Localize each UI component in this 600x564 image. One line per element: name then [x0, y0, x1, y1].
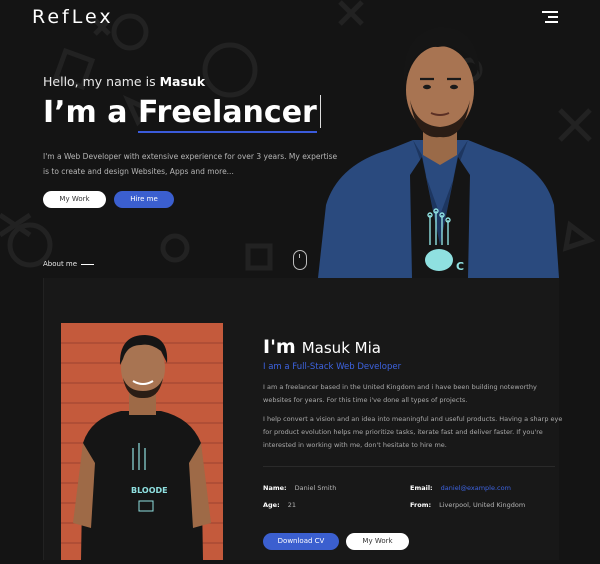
hero-portrait: C — [318, 15, 559, 278]
greeting-text: Hello, my name is — [43, 74, 156, 89]
detail-age-label: Age: — [263, 501, 280, 509]
detail-age: Age: 21 — [263, 501, 296, 509]
about-heading: I'm Masuk Mia — [263, 336, 381, 358]
hero-hire-me-button[interactable]: Hire me — [114, 191, 174, 208]
about-paragraph-2: I help convert a vision and an idea into… — [263, 415, 563, 449]
hero-name: Masuk — [159, 74, 206, 89]
detail-name-label: Name: — [263, 484, 287, 492]
detail-age-value: 21 — [287, 501, 296, 509]
detail-from-label: From: — [410, 501, 432, 509]
svg-text:BLOODE: BLOODE — [131, 486, 168, 495]
hero-intro: I'm a Web Developer with extensive exper… — [43, 152, 338, 176]
detail-email-label: Email: — [410, 484, 433, 492]
headline-prefix: I’m a — [43, 95, 128, 130]
im-text: I'm — [263, 336, 296, 358]
about-role: I am a Full-Stack Web Developer — [263, 362, 402, 372]
hero-greeting: Hello, my name is Masuk — [43, 74, 205, 89]
about-me-line — [81, 263, 95, 265]
detail-email-link[interactable]: daniel@example.com — [441, 484, 511, 492]
detail-from: From: Liverpool, United Kingdom — [410, 501, 525, 509]
mouse-scroll-icon[interactable] — [293, 250, 307, 270]
about-portrait: BLOODE — [61, 323, 223, 560]
about-me-label: About me — [43, 260, 78, 268]
download-cv-button[interactable]: Download CV — [263, 533, 339, 550]
hero-headline: I’m a Freelancer — [43, 95, 321, 133]
about-me-link[interactable]: About me — [43, 260, 95, 268]
detail-name-value: Daniel Smith — [294, 484, 337, 492]
site-logo[interactable]: RefLex — [32, 6, 114, 28]
about-divider — [263, 466, 555, 467]
about-my-work-button[interactable]: My Work — [346, 533, 409, 550]
detail-name: Name: Daniel Smith — [263, 484, 336, 492]
about-paragraph-1: I am a freelancer based in the United Ki… — [263, 383, 537, 404]
svg-text:C: C — [456, 260, 464, 273]
about-full-name: Masuk Mia — [301, 339, 381, 357]
detail-from-value: Liverpool, United Kingdom — [439, 501, 526, 509]
detail-email: Email: daniel@example.com — [410, 484, 511, 492]
hero-my-work-button[interactable]: My Work — [43, 191, 106, 208]
headline-role: Freelancer — [137, 95, 317, 133]
